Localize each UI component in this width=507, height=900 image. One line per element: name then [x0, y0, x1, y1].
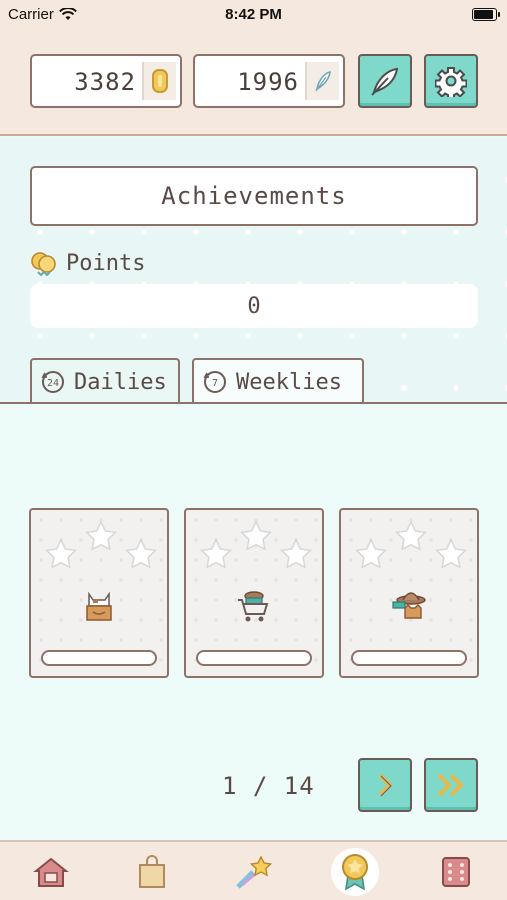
- feather-small-icon: [305, 62, 339, 100]
- clock-7-icon: 7: [203, 371, 226, 393]
- star-icon: [45, 538, 77, 569]
- svg-text:24: 24: [47, 378, 59, 389]
- points-coins-icon: [31, 252, 56, 276]
- star-icon: [395, 520, 427, 551]
- points-value: 0: [30, 284, 478, 328]
- points-header: Points: [30, 250, 145, 276]
- star-icon: [85, 520, 117, 551]
- status-bar: Carrier 8:42 PM: [0, 0, 507, 30]
- points-label: Points: [66, 250, 146, 276]
- clock: 8:42 PM: [225, 6, 282, 23]
- bottom-tab-bar: [0, 840, 507, 900]
- tab-dailies[interactable]: 24 Dailies: [30, 358, 180, 404]
- coin-counter: 3382: [30, 54, 182, 108]
- feather-count: 1996: [237, 68, 299, 96]
- achievement-card[interactable]: [29, 508, 169, 678]
- last-page-button[interactable]: [424, 758, 478, 812]
- next-page-button[interactable]: [358, 758, 412, 812]
- home-icon: [33, 857, 69, 887]
- coin-count: 3382: [74, 68, 136, 96]
- cat-with-hat-icon: [392, 592, 426, 619]
- chevron-right-icon: [378, 773, 393, 797]
- shopping-cart-icon: [238, 591, 269, 622]
- progress-bar: [351, 650, 467, 666]
- progress-bar: [41, 650, 157, 666]
- currency-header: 3382 1996: [0, 30, 507, 136]
- star-rating: [200, 520, 312, 569]
- tab-dailies-label: Dailies: [74, 369, 167, 395]
- settings-button[interactable]: [424, 54, 478, 108]
- progress-bar: [196, 650, 312, 666]
- clock-24-icon: 24: [41, 371, 64, 393]
- star-icon: [355, 538, 387, 569]
- svg-text:7: 7: [212, 378, 218, 389]
- tab-weeklies-label: Weeklies: [236, 369, 342, 395]
- shopping-bag-icon: [139, 855, 165, 888]
- cat-in-box-icon: [86, 591, 112, 621]
- star-icon: [435, 538, 467, 569]
- achievement-medal-icon: [342, 854, 368, 891]
- achievement-list: 1 / 14: [0, 404, 507, 840]
- star-icon: [240, 520, 272, 551]
- achievements-panel: Achievements Points 0 24 Dailies 7 Weekl…: [0, 138, 507, 404]
- feather-button[interactable]: [358, 54, 412, 108]
- shooting-star-icon: [236, 855, 273, 889]
- star-rating: [355, 520, 467, 569]
- tab-home[interactable]: [29, 850, 73, 894]
- dice-icon: [442, 857, 470, 887]
- star-icon: [280, 538, 312, 569]
- page-indicator: 1 / 14: [222, 772, 315, 800]
- battery-icon: [472, 8, 500, 21]
- page-title: Achievements: [30, 166, 478, 226]
- star-icon: [125, 538, 157, 569]
- double-chevron-right-icon: [437, 773, 464, 797]
- achievement-card[interactable]: [339, 508, 479, 678]
- achievement-card[interactable]: [184, 508, 324, 678]
- star-rating: [45, 520, 157, 569]
- tab-events[interactable]: [232, 850, 276, 894]
- tab-achievements[interactable]: [331, 848, 379, 896]
- tab-games[interactable]: [434, 850, 478, 894]
- tab-shop[interactable]: [130, 850, 174, 894]
- tab-weeklies[interactable]: 7 Weeklies: [192, 358, 364, 404]
- star-icon: [200, 538, 232, 569]
- feather-counter: 1996: [193, 54, 345, 108]
- feather-icon: [371, 67, 399, 96]
- gear-icon: [435, 67, 467, 97]
- coin-icon: [142, 62, 176, 100]
